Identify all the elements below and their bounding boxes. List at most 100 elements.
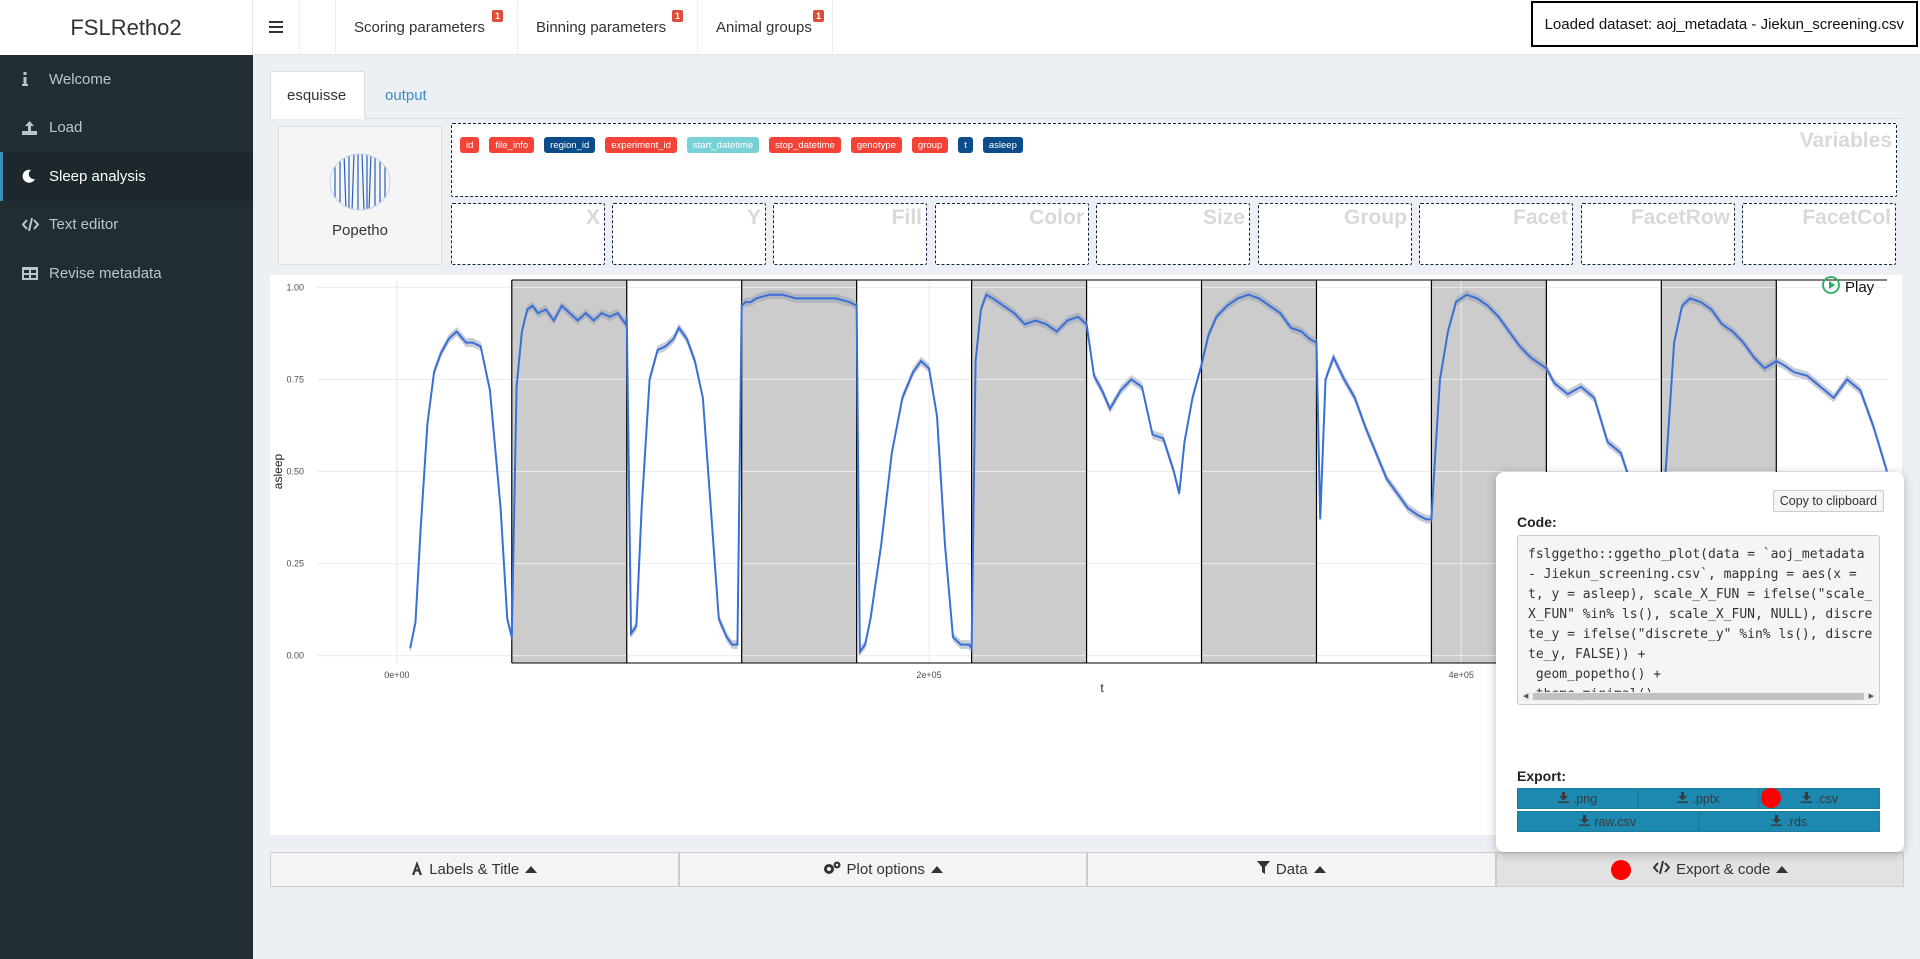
dropzone-facetcol[interactable]: FacetCol	[1742, 203, 1896, 265]
dropzone-title: FacetRow	[1630, 206, 1730, 229]
variable-pill-genotype[interactable]: genotype	[850, 137, 902, 153]
tab-label: Binning parameters	[536, 19, 667, 36]
variable-pill-file-info[interactable]: file_info	[489, 137, 535, 153]
notification-badge: 1	[491, 10, 503, 22]
sidebar-item-welcome[interactable]: Welcome	[0, 55, 253, 104]
play-icon	[1822, 276, 1840, 298]
button-label: .rds	[1786, 814, 1808, 829]
dropzone-facetrow[interactable]: FacetRow	[1581, 203, 1735, 265]
export-row-2: raw.csv .rds	[1517, 811, 1880, 832]
dropzone-color[interactable]: Color	[935, 203, 1089, 265]
button-label: .pptx	[1692, 791, 1720, 806]
sidebar-item-label: Load	[49, 119, 83, 137]
tab-binning-parameters[interactable]: Binning parameters 1	[518, 0, 698, 55]
variable-pill-t[interactable]: t	[958, 137, 973, 153]
data-button[interactable]: Data	[1087, 852, 1496, 887]
horizontal-scrollbar[interactable]: ◀ ▶	[1521, 692, 1876, 701]
font-icon	[411, 860, 423, 879]
x-tick-label: 4e+05	[1449, 670, 1474, 680]
scroll-left-icon[interactable]: ◀	[1523, 692, 1528, 701]
moon-icon	[22, 169, 49, 183]
hamburger-icon	[269, 16, 283, 39]
button-label: raw.csv	[1594, 814, 1637, 829]
button-label: Data	[1275, 861, 1308, 878]
y-tick-label: 0.25	[286, 559, 304, 569]
export-label: Export:	[1517, 768, 1566, 784]
sidebar-item-text-editor[interactable]: Text editor	[0, 201, 253, 250]
export-png-button[interactable]: .png	[1517, 788, 1638, 809]
y-axis-label: asleep	[271, 454, 285, 490]
sidebar: Welcome Load Sleep analysis Text editor …	[0, 55, 253, 959]
dropzone-y[interactable]: Y	[612, 203, 766, 265]
tab-animal-groups[interactable]: Animal groups 1	[698, 0, 833, 55]
export-row-1: .png .pptx .csv	[1517, 788, 1880, 809]
dropzone-title: Y	[746, 206, 761, 229]
export-rds-button[interactable]: .rds	[1698, 811, 1880, 832]
x-tick-label: 2e+05	[916, 670, 941, 680]
dropzone-title: Size	[1202, 206, 1245, 229]
y-tick-label: 1.00	[286, 282, 304, 292]
dropzone-facet[interactable]: Facet	[1419, 203, 1573, 265]
download-icon	[1800, 791, 1812, 806]
export-code-button[interactable]: Export & code	[1495, 852, 1904, 887]
button-label: Plot options	[846, 861, 925, 878]
content-tabs: esquisse output	[270, 71, 1902, 119]
variable-pill-group[interactable]: group	[911, 137, 949, 153]
notification-badge: 1	[671, 10, 683, 22]
play-button[interactable]: Play	[1822, 276, 1874, 298]
click-marker-icon	[1761, 788, 1781, 808]
tab-esquisse[interactable]: esquisse	[270, 71, 365, 119]
sidebar-toggle-button[interactable]	[253, 0, 300, 55]
geom-selector-button[interactable]: Popetho	[278, 126, 442, 265]
y-tick-label: 0.00	[286, 651, 304, 661]
click-marker-icon	[1611, 859, 1632, 880]
variable-pill-experiment-id[interactable]: experiment_id	[605, 137, 677, 153]
popetho-geom-icon	[329, 153, 391, 216]
filter-icon	[1256, 860, 1270, 879]
plot-options-button[interactable]: Plot options	[678, 852, 1087, 887]
code-label: Code:	[1517, 514, 1557, 530]
code-text: fslggetho::ggetho_plot(data = `aoj_metad…	[1528, 547, 1873, 702]
download-icon	[1771, 814, 1783, 829]
tab-scoring-parameters[interactable]: Scoring parameters 1	[336, 0, 518, 55]
variable-pill-id[interactable]: id	[460, 137, 480, 153]
dropzone-size[interactable]: Size	[1096, 203, 1250, 265]
dropzone-group[interactable]: Group	[1258, 203, 1412, 265]
labels-title-button[interactable]: Labels & Title	[270, 852, 679, 887]
button-label: Export & code	[1676, 861, 1771, 878]
download-icon	[1579, 814, 1591, 829]
variables-title: Variables	[1799, 129, 1892, 152]
export-csv-button[interactable]: .csv	[1759, 788, 1880, 809]
export-raw-csv-button[interactable]: raw.csv	[1517, 811, 1699, 832]
sidebar-item-label: Welcome	[49, 70, 112, 88]
sidebar-item-load[interactable]: Load	[0, 104, 253, 153]
sidebar-item-sleep-analysis[interactable]: Sleep analysis	[0, 152, 253, 201]
upload-icon	[22, 120, 49, 135]
app-logo: FSLRetho2	[0, 0, 253, 55]
variable-pill-asleep[interactable]: asleep	[982, 137, 1023, 153]
table-icon	[22, 266, 49, 280]
code-block[interactable]: fslggetho::ggetho_plot(data = `aoj_metad…	[1517, 535, 1880, 705]
tab-output[interactable]: output	[369, 71, 443, 119]
play-label: Play	[1845, 278, 1875, 296]
gears-icon	[823, 861, 841, 879]
dropup-button-bar: Labels & Title Plot options Data Export …	[270, 852, 1904, 887]
sidebar-item-label: Revise metadata	[49, 264, 162, 282]
variable-pill-stop-datetime[interactable]: stop_datetime	[769, 137, 841, 153]
dropzone-fill[interactable]: Fill	[773, 203, 927, 265]
geom-label: Popetho	[332, 221, 388, 239]
tab-label: Animal groups	[716, 19, 812, 36]
variable-pill-region-id[interactable]: region_id	[544, 137, 596, 153]
scrollbar-thumb[interactable]	[1533, 693, 1864, 700]
info-icon	[22, 72, 49, 87]
sidebar-item-revise-metadata[interactable]: Revise metadata	[0, 249, 253, 298]
button-label: .csv	[1815, 791, 1839, 806]
copy-to-clipboard-button[interactable]: Copy to clipboard	[1772, 490, 1884, 512]
export-pptx-button[interactable]: .pptx	[1638, 788, 1759, 809]
variable-pill-start-datetime[interactable]: start_datetime	[686, 137, 760, 153]
code-icon	[1652, 860, 1671, 878]
sidebar-item-label: Sleep analysis	[49, 167, 146, 185]
scroll-right-icon[interactable]: ▶	[1869, 692, 1874, 701]
tab-label: Scoring parameters	[354, 19, 485, 36]
dropzone-x[interactable]: X	[451, 203, 605, 265]
